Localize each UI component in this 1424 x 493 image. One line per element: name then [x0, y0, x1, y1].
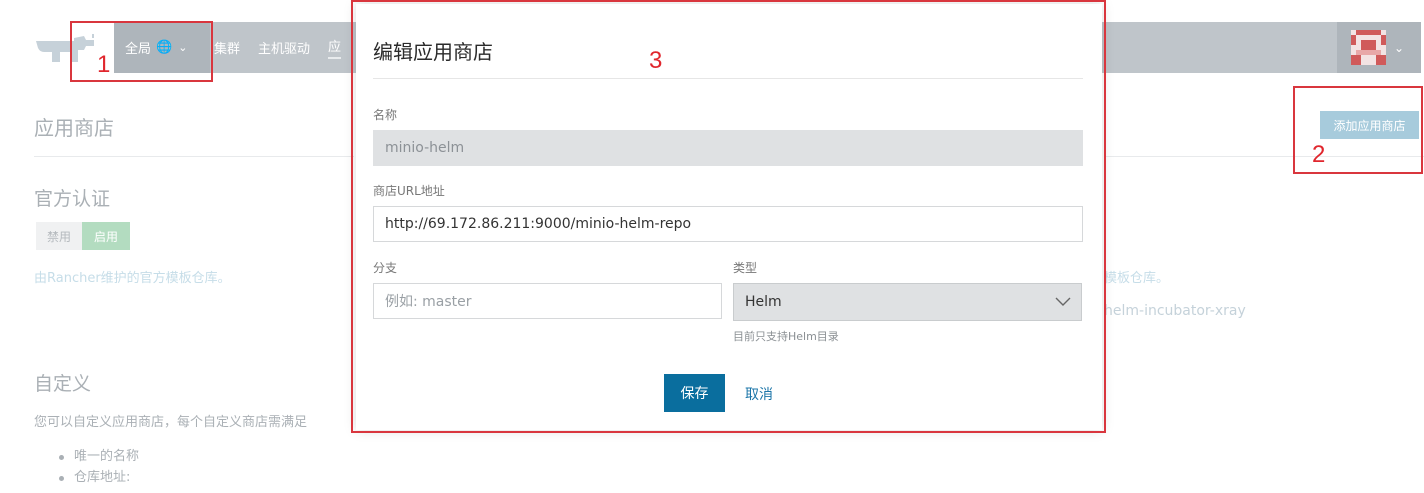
official-catalog-link[interactable]: 由Rancher维护的官方模板仓库。 [34, 267, 231, 286]
catalog-link-right[interactable]: 模板仓库。 [1104, 267, 1169, 286]
annotation-number-1: 1 [97, 51, 111, 78]
catalog-name-right: helm-incubator-xray [1104, 303, 1246, 319]
nav-link-clusters[interactable]: 集群 [214, 38, 240, 57]
custom-heading: 自定义 [34, 373, 92, 395]
nav-link-node-drivers[interactable]: 主机驱动 [258, 38, 310, 57]
toggle-disable-button[interactable]: 禁用 [36, 222, 82, 250]
annotation-box-1 [70, 21, 213, 82]
chevron-down-icon: ⌄ [1394, 40, 1405, 55]
user-menu[interactable]: ⌄ [1337, 22, 1421, 73]
divider [34, 156, 354, 157]
list-item: 唯一的名称 [56, 446, 139, 467]
custom-description: 您可以自定义应用商店，每个自定义商店需满足 [34, 415, 308, 430]
list-item: 仓库地址: [56, 467, 139, 488]
page-title: 应用商店 [34, 116, 114, 140]
official-toggle: 禁用 启用 [36, 222, 130, 250]
toggle-enable-button[interactable]: 启用 [82, 222, 130, 250]
annotation-box-3 [351, 0, 1106, 433]
avatar [1351, 30, 1386, 65]
nav-link-apps[interactable]: 应 [328, 36, 342, 59]
custom-requirements-list: 唯一的名称 仓库地址: [56, 446, 139, 488]
official-heading: 官方认证 [34, 188, 111, 210]
annotation-number-3: 3 [649, 47, 663, 74]
nav-links: 集群 主机驱动 应 [214, 22, 359, 73]
annotation-number-2: 2 [1312, 141, 1326, 168]
